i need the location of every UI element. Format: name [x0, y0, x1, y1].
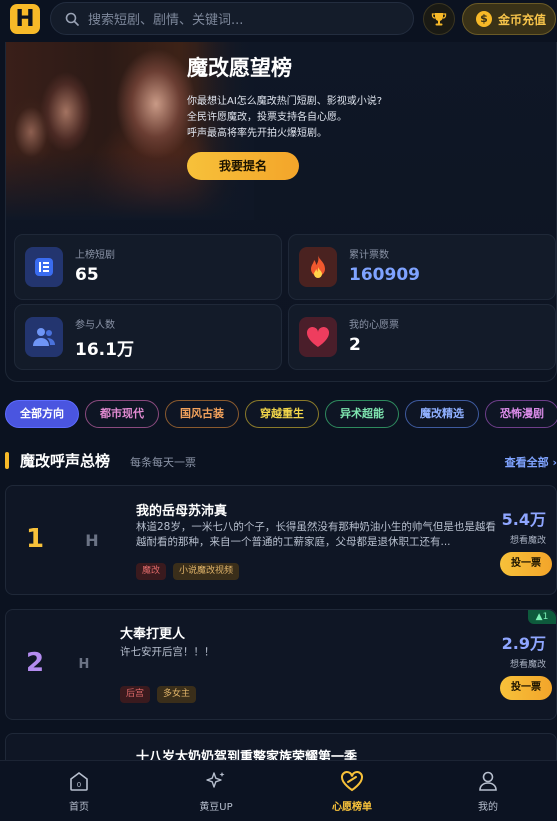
- user-icon: [438, 769, 538, 793]
- chip-horror[interactable]: 恐怖漫剧: [485, 400, 557, 428]
- section-title: 魔改呼声总榜: [20, 452, 111, 470]
- nav-home[interactable]: 0 首页: [29, 769, 129, 813]
- tag: 小说魔改视频: [173, 563, 240, 580]
- nav-label: 我的: [478, 802, 498, 813]
- chip-ancient[interactable]: 国风古装: [165, 400, 239, 428]
- stat-label: 上榜短剧: [75, 250, 115, 261]
- stat-value: 65: [75, 265, 99, 285]
- stat-card-total-votes: 累计票数 160909: [288, 234, 556, 300]
- stat-value: 16.1万: [75, 340, 134, 360]
- view-all-link[interactable]: 查看全部 ›: [505, 454, 557, 470]
- search-placeholder: 搜索短剧、剧情、关键词...: [88, 13, 244, 28]
- hero-title: 魔改愿望榜: [187, 56, 292, 80]
- stat-label: 参与人数: [75, 320, 115, 331]
- chip-all[interactable]: 全部方向: [5, 400, 79, 428]
- stat-label: 累计票数: [349, 250, 389, 261]
- vote-count: 5.4万: [501, 510, 546, 529]
- ranking-section-header: 魔改呼声总榜 每条每天一票 查看全部 ›: [5, 450, 557, 472]
- nav-label: 首页: [69, 802, 89, 813]
- cover-thumbnail: H: [85, 530, 99, 550]
- category-filter-chips: 全部方向 都市现代 国风古装 穿越重生 异术超能 魔改精选 恐怖漫剧: [5, 400, 557, 430]
- vote-count-label: 想看魔改: [509, 660, 546, 670]
- hero-desc-line: 呼声最高将率先开拍火爆短剧。: [187, 128, 327, 139]
- fire-icon: [299, 247, 337, 287]
- nav-label: 黄豆UP: [199, 802, 233, 813]
- drama-title: 我的岳母苏沛真: [136, 504, 228, 519]
- search-input[interactable]: 搜索短剧、剧情、关键词...: [50, 2, 414, 35]
- trophy-button[interactable]: [423, 3, 455, 35]
- stat-card-participants: 参与人数 16.1万: [14, 304, 282, 370]
- ranking-card[interactable]: ▲1 2 H 大奉打更人 许七安开后宫！！！ 后宫 多女主 2.9万 想看魔改 …: [5, 609, 557, 720]
- stat-card-my-wish-votes: 我的心愿票 2: [288, 304, 556, 370]
- tag: 多女主: [157, 686, 197, 703]
- tag: 魔改: [136, 563, 167, 580]
- svg-text:0: 0: [77, 781, 81, 789]
- ranking-card[interactable]: 1 H 我的岳母苏沛真 林道28岁，一米七八的个子，长得虽然没有那种奶油小生的帅…: [5, 485, 557, 595]
- vote-button[interactable]: 投一票: [500, 552, 552, 576]
- heart-link-icon: [302, 769, 402, 793]
- hero-description: 你最想让AI怎么魔改热门短剧、影视或小说? 全民许愿魔改，投票支持各自心愿。 呼…: [187, 94, 427, 142]
- coin-icon: $: [476, 11, 492, 27]
- nav-profile[interactable]: 我的: [438, 769, 538, 813]
- coin-recharge-button[interactable]: $ 金币充值: [462, 3, 556, 35]
- nav-label: 心愿榜单: [332, 802, 372, 813]
- section-accent-bar: [5, 452, 9, 469]
- vote-button[interactable]: 投一票: [500, 676, 552, 700]
- chip-time-travel[interactable]: 穿越重生: [245, 400, 319, 428]
- vote-count-label: 想看魔改: [509, 536, 546, 546]
- drama-title: 大奉打更人: [120, 627, 186, 642]
- chip-featured[interactable]: 魔改精选: [405, 400, 479, 428]
- stat-value: 160909: [349, 265, 420, 285]
- stat-value: 2: [349, 335, 361, 355]
- nominate-button[interactable]: 我要提名: [187, 152, 299, 180]
- nav-huangdou-up[interactable]: 黄豆UP: [166, 769, 266, 813]
- rank-number: 1: [26, 524, 45, 554]
- cover-thumbnail: H: [78, 656, 90, 672]
- bottom-navigation: 0 首页 黄豆UP 心愿榜单 我的: [0, 760, 557, 821]
- home-icon: 0: [29, 769, 129, 793]
- hero-desc-line: 你最想让AI怎么魔改热门短剧、影视或小说?: [187, 96, 383, 107]
- search-icon: [65, 12, 79, 26]
- stat-card-listed-dramas: 上榜短剧 65: [14, 234, 282, 300]
- users-icon: [25, 317, 63, 357]
- drama-description: 林道28岁，一米七八的个子，长得虽然没有那种奶油小生的帅气但是也是越看越耐看的那…: [136, 521, 496, 548]
- vote-count: 2.9万: [501, 634, 546, 653]
- nav-wish-list[interactable]: 心愿榜单: [302, 769, 402, 813]
- top-bar: H 搜索短剧、剧情、关键词... $ 金币充值: [0, 0, 557, 42]
- stat-label: 我的心愿票: [349, 320, 399, 331]
- drama-description: 许七安开后宫！！！: [120, 646, 215, 658]
- sparkle-icon: [166, 769, 266, 793]
- rank-number: 2: [26, 648, 45, 678]
- wish-list-hero: 魔改愿望榜 你最想让AI怎么魔改热门短剧、影视或小说? 全民许愿魔改，投票支持各…: [5, 42, 557, 382]
- tag: 后宫: [120, 686, 151, 703]
- chip-supernatural[interactable]: 异术超能: [325, 400, 399, 428]
- app-logo[interactable]: H: [10, 4, 40, 34]
- heart-icon: [299, 317, 337, 357]
- list-icon: [25, 247, 63, 287]
- section-subtitle: 每条每天一票: [130, 456, 196, 469]
- rank-trend-badge: ▲1: [528, 610, 556, 624]
- trophy-icon: [431, 13, 447, 26]
- chip-urban[interactable]: 都市现代: [85, 400, 159, 428]
- coin-recharge-label: 金币充值: [498, 12, 547, 27]
- hero-desc-line: 全民许愿魔改，投票支持各自心愿。: [187, 112, 347, 123]
